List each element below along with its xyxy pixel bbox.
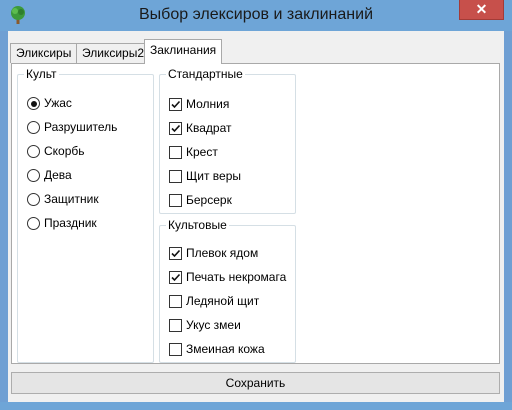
cult-spells-legend: Культовые bbox=[166, 218, 229, 232]
close-icon: ✕ bbox=[475, 1, 488, 17]
window-client-area: Эликсиры Эликсиры2 Заклинания Культ Ужас… bbox=[8, 31, 504, 402]
tab-label: Эликсиры bbox=[16, 46, 72, 60]
window-title: Выбор элексиров и заклинаний bbox=[139, 6, 373, 23]
checkbox-label: Ледяной щит bbox=[186, 294, 260, 308]
cult-legend: Культ bbox=[24, 67, 59, 81]
radio-label: Скорбь bbox=[44, 144, 85, 158]
tab-label: Заклинания bbox=[150, 43, 217, 57]
checkbox[interactable] bbox=[169, 319, 182, 332]
radio-button[interactable] bbox=[27, 193, 40, 206]
standard-legend: Стандартные bbox=[166, 67, 245, 81]
radio-label: Ужас bbox=[44, 96, 72, 110]
checkbox-label: Квадрат bbox=[186, 121, 232, 135]
radio-button[interactable] bbox=[27, 121, 40, 134]
checkbox[interactable] bbox=[169, 271, 182, 284]
cult-group: Культ Ужас Разрушитель Скорбь Дева Защит… bbox=[17, 67, 154, 363]
radio-label: Праздник bbox=[44, 216, 97, 230]
window-frame-bottom bbox=[0, 402, 512, 410]
cult-spells-group: Культовые Плевок ядом Печать некромага Л… bbox=[159, 218, 296, 363]
standard-spells-group: Стандартные Молния Квадрат Крест Щит вер… bbox=[159, 67, 296, 214]
tab-label: Эликсиры2 bbox=[82, 46, 144, 60]
radio-selected-dot bbox=[30, 100, 37, 107]
checkmark-icon bbox=[171, 100, 181, 109]
tab-spells[interactable]: Заклинания bbox=[144, 39, 223, 64]
checkbox-label: Плевок ядом bbox=[186, 246, 259, 260]
radio-button[interactable] bbox=[27, 97, 40, 110]
title-bar: Выбор элексиров и заклинаний ✕ bbox=[0, 0, 512, 31]
radio-button[interactable] bbox=[27, 217, 40, 230]
checkbox[interactable] bbox=[169, 247, 182, 260]
checkbox-label: Укус змеи bbox=[186, 318, 241, 332]
checkbox[interactable] bbox=[169, 170, 182, 183]
save-button[interactable]: Сохранить bbox=[11, 372, 500, 394]
checkbox-label: Щит веры bbox=[186, 169, 241, 183]
checkmark-icon bbox=[171, 124, 181, 133]
spells-tab-panel: Культ Ужас Разрушитель Скорбь Дева Защит… bbox=[11, 63, 500, 364]
checkmark-icon bbox=[171, 273, 181, 282]
radio-label: Защитник bbox=[44, 192, 99, 206]
tab-elixirs[interactable]: Эликсиры bbox=[10, 43, 78, 63]
checkbox[interactable] bbox=[169, 343, 182, 356]
radio-label: Дева bbox=[44, 168, 72, 182]
radio-button[interactable] bbox=[27, 169, 40, 182]
checkbox-label: Печать некромага bbox=[186, 270, 287, 284]
checkbox[interactable] bbox=[169, 194, 182, 207]
checkbox-label: Берсерк bbox=[186, 193, 232, 207]
radio-label: Разрушитель bbox=[44, 120, 118, 134]
checkbox[interactable] bbox=[169, 122, 182, 135]
checkmark-icon bbox=[171, 249, 181, 258]
tab-elixirs2[interactable]: Эликсиры2 bbox=[76, 43, 150, 63]
checkbox-label: Змеиная кожа bbox=[186, 342, 265, 356]
checkbox[interactable] bbox=[169, 295, 182, 308]
checkbox[interactable] bbox=[169, 98, 182, 111]
radio-button[interactable] bbox=[27, 145, 40, 158]
checkbox[interactable] bbox=[169, 146, 182, 159]
checkbox-label: Молния bbox=[186, 97, 230, 111]
checkbox-label: Крест bbox=[186, 145, 218, 159]
close-button[interactable]: ✕ bbox=[459, 0, 504, 20]
